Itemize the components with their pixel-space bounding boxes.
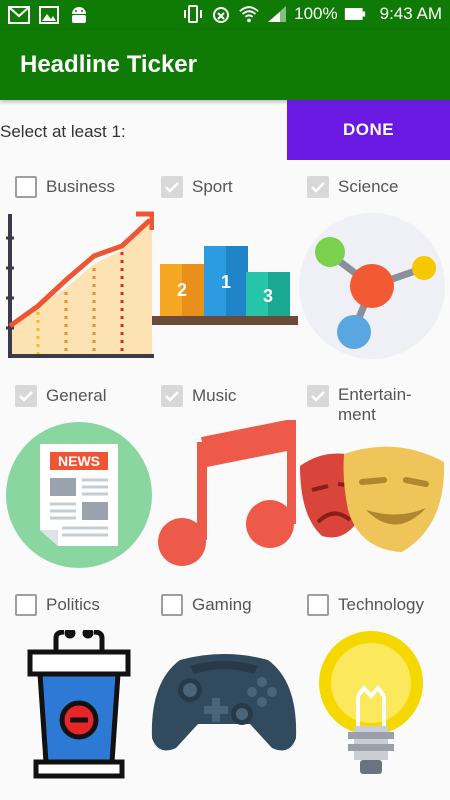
- gaming-checkbox[interactable]: [161, 594, 183, 616]
- politics-label: Politics: [46, 595, 100, 614]
- theater-masks-icon[interactable]: [298, 440, 446, 561]
- molecule-icon[interactable]: [298, 212, 446, 365]
- status-bar: 100% 9:43 AM: [0, 0, 450, 30]
- politics-checkbox[interactable]: [15, 594, 37, 616]
- svg-text:NEWS: NEWS: [58, 453, 100, 469]
- music-label: Music: [192, 386, 237, 405]
- signal-icon: [266, 3, 288, 25]
- newspaper-icon[interactable]: NEWS: [6, 422, 152, 573]
- lightbulb-icon[interactable]: [318, 630, 424, 785]
- science-label: Science: [338, 177, 399, 196]
- podium-politics-icon[interactable]: [26, 627, 132, 785]
- notification-icons: [8, 4, 90, 26]
- selection-prompt: Select at least 1:: [0, 122, 126, 141]
- category-gaming[interactable]: Gaming: [146, 591, 292, 619]
- business-label: Business: [46, 177, 115, 196]
- category-sport[interactable]: Sport: [146, 173, 292, 201]
- svg-text:3: 3: [263, 286, 273, 306]
- business-checkbox[interactable]: [15, 176, 37, 198]
- gmail-icon: [8, 4, 30, 26]
- alarm-icon: [210, 3, 232, 25]
- svg-text:2: 2: [177, 280, 187, 300]
- category-technology[interactable]: Technology: [292, 591, 438, 619]
- entertainment-checkbox[interactable]: [307, 385, 329, 407]
- sport-label: Sport: [192, 177, 233, 196]
- battery-percent: 100%: [294, 4, 338, 23]
- category-business[interactable]: Business: [0, 173, 146, 201]
- vibrate-icon: [182, 3, 204, 25]
- category-politics[interactable]: Politics: [0, 591, 146, 619]
- category-entertainment[interactable]: Entertain- ment: [292, 382, 438, 420]
- gaming-label: Gaming: [192, 595, 252, 614]
- done-button[interactable]: DONE: [287, 100, 450, 160]
- battery-icon: [344, 3, 366, 25]
- technology-label: Technology: [338, 595, 425, 614]
- category-science[interactable]: Science: [292, 173, 438, 201]
- clock: 9:43 AM: [379, 4, 442, 23]
- sport-checkbox[interactable]: [161, 176, 183, 198]
- svg-text:1: 1: [221, 272, 231, 292]
- image-icon: [38, 4, 60, 26]
- music-note-icon[interactable]: [156, 417, 297, 575]
- general-label: General: [46, 386, 107, 405]
- category-general[interactable]: General: [0, 382, 146, 410]
- game-controller-icon[interactable]: [150, 652, 298, 761]
- app-bar: Headline Ticker: [0, 30, 450, 100]
- entertainment-label: Entertain- ment: [338, 385, 412, 420]
- android-icon: [68, 4, 90, 26]
- music-checkbox[interactable]: [161, 385, 183, 407]
- system-icons: 100% 9:43 AM: [182, 3, 442, 25]
- science-checkbox[interactable]: [307, 176, 329, 198]
- business-chart-icon[interactable]: [4, 208, 155, 365]
- category-music[interactable]: Music: [146, 382, 292, 410]
- podium-icon[interactable]: 2 1 3: [152, 238, 298, 333]
- general-checkbox[interactable]: [15, 385, 37, 407]
- technology-checkbox[interactable]: [307, 594, 329, 616]
- app-title: Headline Ticker: [20, 51, 197, 78]
- wifi-icon: [238, 3, 260, 25]
